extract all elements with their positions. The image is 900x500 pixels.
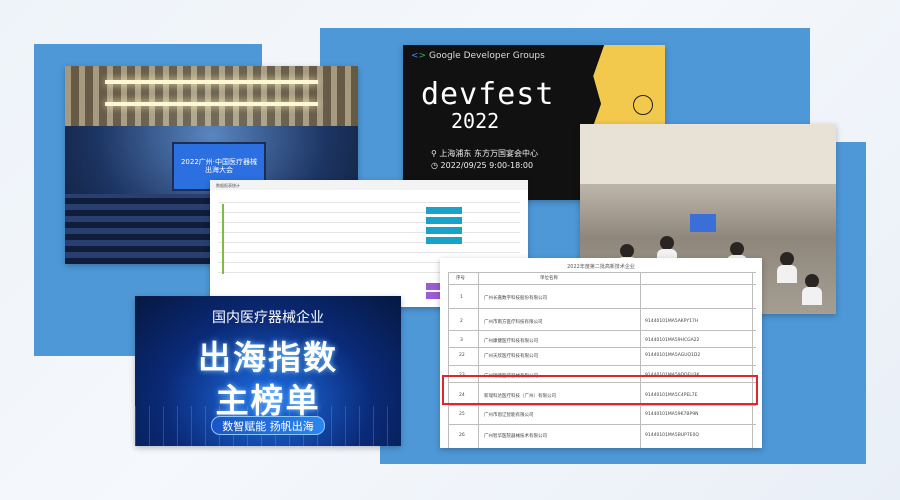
- sheet-row-line: [218, 232, 520, 233]
- table-vline: [640, 272, 641, 448]
- table-row-name: 广州市恩辽智能有限公司: [484, 413, 534, 418]
- banner-subtitle: 数智赋能 扬帆出海: [222, 420, 314, 433]
- table-header-no: 序号: [456, 276, 465, 281]
- sheet-heading: 数据报表统计: [216, 183, 240, 188]
- table-row-code: 91440101MA5AKPY17H: [645, 319, 699, 324]
- table-hline: [448, 308, 756, 309]
- table-row-name: 广州智华医院器械技术有限公司: [484, 434, 547, 439]
- gdg-logo-icon-right: >: [418, 51, 427, 61]
- table-row-code: 91440101MA5BUP7E0Q: [645, 433, 699, 438]
- table-row-code: 91440101MA5AGUQ1D2: [645, 353, 701, 358]
- attendee-head: [730, 242, 744, 256]
- table-hline: [448, 347, 756, 348]
- table-header-name: 单位名称: [540, 276, 558, 281]
- sheet-tree-line: [222, 204, 224, 274]
- table-row-no: 26: [459, 433, 465, 438]
- clock-icon: ◷: [431, 161, 438, 170]
- table-row-no: 25: [459, 412, 465, 417]
- sheet-row-line: [218, 242, 520, 243]
- projector-screen: [690, 214, 716, 232]
- table-row-name: 广州市南方医疗科技有限公司: [484, 320, 543, 325]
- table-hline: [448, 424, 756, 425]
- table-vline: [448, 272, 449, 448]
- location-text: 上海浦东 东方万国宴会中心: [439, 149, 538, 158]
- globe-icon: [633, 95, 653, 115]
- sheet-row-line: [218, 252, 520, 253]
- sheet-header: 数据报表统计: [210, 180, 528, 190]
- table-row-no: 2: [460, 319, 463, 324]
- table-title: 2022年度第二批高新技术企业: [567, 264, 635, 270]
- table-vline: [752, 272, 753, 448]
- devfest-time: ◷ 2022/09/25 9:00-18:00: [431, 161, 533, 170]
- meeting-wall: [580, 124, 836, 184]
- sheet-row-line: [218, 222, 520, 223]
- attendee-head: [780, 252, 794, 266]
- banner-top-text: 国内医疗器械企业: [212, 310, 324, 326]
- table-hline: [448, 365, 756, 366]
- banner-title-line2: 主榜单: [215, 381, 321, 420]
- sheet-teal-cell: [426, 227, 462, 234]
- hall-light-row: [105, 80, 318, 84]
- devfest-location: ⚲ 上海浦东 东方万国宴会中心: [431, 148, 538, 159]
- sheet-row-line: [218, 202, 520, 203]
- google-developer-groups-label: <> Google Developer Groups: [411, 51, 545, 61]
- attendee-head: [660, 236, 674, 250]
- table-vline: [478, 272, 479, 448]
- index-ranking-banner: 国内医疗器械企业 出海指数 主榜单 数智赋能 扬帆出海: [135, 296, 401, 446]
- table-hline: [448, 330, 756, 331]
- hall-ceiling: [65, 66, 358, 126]
- sheet-teal-cell: [426, 237, 462, 244]
- table-row-no: 3: [460, 338, 463, 343]
- table-row-code: 91440101MA59K7BP9N: [645, 412, 699, 417]
- hall-light-row: [105, 102, 318, 106]
- gdg-logo-icon: <: [411, 51, 419, 61]
- company-table-screenshot: 2022年度第二批高新技术企业 序号 单位名称 1 广州长嘉数字科技股份有限公司…: [440, 258, 762, 448]
- devfest-year: 2022: [451, 109, 500, 133]
- time-text: 2022/09/25 9:00-18:00: [440, 161, 534, 170]
- attendee-head: [805, 274, 819, 288]
- attendee-body: [802, 287, 822, 305]
- table-row-name: 广州康健医疗科技有限公司: [484, 339, 538, 344]
- sheet-row-line: [218, 212, 520, 213]
- table-row-no: 1: [460, 295, 463, 300]
- table-row-code: 91440101MA59HCGA22: [645, 338, 700, 343]
- stage-screen-text: 2022广州·中国医疗器械出海大会: [180, 158, 258, 175]
- sheet-teal-cell: [426, 207, 462, 214]
- devfest-title: devfest: [421, 77, 555, 112]
- banner-title-line1: 出海指数: [198, 338, 338, 377]
- attendee-head: [620, 244, 634, 258]
- brand-text: Google Developer Groups: [428, 51, 545, 61]
- attendee-body: [777, 265, 797, 283]
- table-hline: [448, 284, 756, 285]
- location-pin-icon: ⚲: [431, 149, 437, 158]
- sheet-teal-cell: [426, 217, 462, 224]
- table-row-no: 22: [459, 353, 465, 358]
- table-hline: [448, 405, 756, 406]
- highlight-box: [442, 375, 758, 405]
- table-row-name: 广州天欣医疗科技有限公司: [484, 354, 538, 359]
- table-row-name: 广州长嘉数字科技股份有限公司: [484, 296, 547, 301]
- table-hline: [448, 272, 756, 273]
